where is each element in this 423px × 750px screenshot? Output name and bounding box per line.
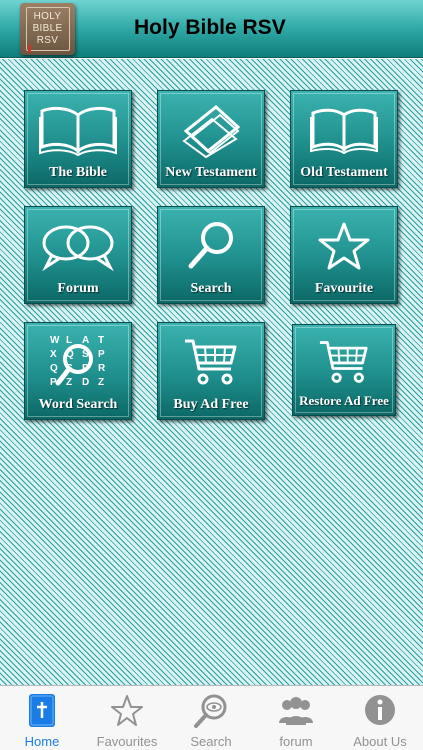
logo-line-2: BIBLE xyxy=(32,23,63,34)
open-book-icon xyxy=(291,99,397,161)
page-title: Holy Bible RSV xyxy=(134,16,286,39)
tile-buy-ad-free[interactable]: Buy Ad Free xyxy=(157,322,265,420)
grid-letter: A xyxy=(82,335,89,346)
people-icon xyxy=(254,693,338,729)
grid-letter: Z xyxy=(66,377,72,388)
tile-label: Search xyxy=(190,281,232,296)
tile-label: Old Testament xyxy=(300,165,388,180)
star-outline-icon xyxy=(85,693,169,729)
tile-old-testament[interactable]: Old Testament xyxy=(290,90,398,188)
tile-search[interactable]: Search xyxy=(157,206,265,304)
tile-the-bible[interactable]: The Bible xyxy=(24,90,132,188)
search-eye-icon xyxy=(169,693,253,729)
open-book-icon xyxy=(25,99,131,161)
tile-restore-ad-free[interactable]: Restore Ad Free xyxy=(292,324,396,416)
app-logo: HOLY BIBLE RSV xyxy=(20,3,75,55)
tile-label: The Bible xyxy=(49,165,107,180)
grid-letter: Z xyxy=(98,377,104,388)
tab-label: About Us xyxy=(353,734,407,749)
tile-label: Favourite xyxy=(314,281,374,296)
main-menu: The Bible New Testament Old Testament Fo… xyxy=(0,59,423,685)
grid-letter: X xyxy=(50,349,57,360)
grid-letter: P xyxy=(98,349,105,360)
tab-search[interactable]: Search xyxy=(169,686,253,750)
tab-home[interactable]: Home xyxy=(0,686,84,750)
grid-letter: D xyxy=(82,377,89,388)
logo-line-3: RSV xyxy=(36,35,59,46)
tile-label: Word Search xyxy=(38,397,118,412)
grid-letter: T xyxy=(98,335,104,346)
tab-label: Favourites xyxy=(96,734,158,749)
tile-label: Buy Ad Free xyxy=(173,397,249,412)
tab-label: Home xyxy=(24,734,60,749)
bible-book-icon xyxy=(0,693,84,729)
tile-forum[interactable]: Forum xyxy=(24,206,132,304)
logo-ribbon xyxy=(28,45,31,53)
tile-new-testament[interactable]: New Testament xyxy=(157,90,265,188)
logo-line-1: HOLY xyxy=(33,11,62,22)
star-icon xyxy=(291,215,397,277)
tab-favourites[interactable]: Favourites xyxy=(85,686,169,750)
word-search-icon: W L A T X Q S P Q S P R P Z D Z xyxy=(25,331,131,393)
grid-letter: R xyxy=(98,363,106,374)
grid-letter: L xyxy=(66,335,72,346)
tab-label: forum xyxy=(279,734,313,749)
tile-label: Restore Ad Free xyxy=(299,393,389,408)
shopping-cart-icon xyxy=(293,331,395,393)
tab-label: Search xyxy=(190,734,232,749)
tile-favourite[interactable]: Favourite xyxy=(290,206,398,304)
tab-forum[interactable]: forum xyxy=(254,686,338,750)
grid-letter: W xyxy=(50,335,60,346)
info-icon xyxy=(338,693,422,729)
tab-about-us[interactable]: About Us xyxy=(338,686,422,750)
shopping-cart-icon xyxy=(158,331,264,393)
tile-word-search[interactable]: W L A T X Q S P Q S P R P Z D Z xyxy=(24,322,132,420)
tile-label: Forum xyxy=(57,281,99,296)
tile-label: New Testament xyxy=(165,165,257,180)
tab-bar: Home Favourites Search forum About Us xyxy=(0,685,423,750)
pages-icon xyxy=(158,99,264,161)
speech-bubbles-icon xyxy=(25,215,131,277)
magnifier-icon xyxy=(158,215,264,277)
app-header: HOLY BIBLE RSV Holy Bible RSV xyxy=(0,0,423,58)
grid-letter: Q xyxy=(50,363,58,374)
